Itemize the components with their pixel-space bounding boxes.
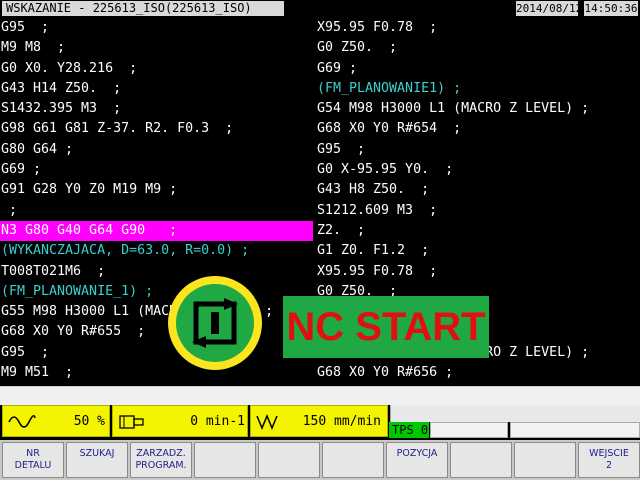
program-line: M9 M8 ; — [1, 40, 66, 56]
feed-status: 150 mm/min — [250, 405, 388, 437]
cycle-start-button[interactable] — [176, 284, 254, 362]
program-line: (WYKANCZAJACA, D=63.0, R=0.0) ; — [1, 243, 250, 259]
program-line: G0 X-95.95 Y0. ; — [0, 383, 313, 384]
program-line: G68 X0 Y0 R#655 ; — [1, 324, 146, 340]
program-line: X95.95 F0.78 ; — [317, 263, 438, 279]
tps-indicator: TPS 0 — [389, 422, 429, 438]
program-line: G0 Z50. ; — [317, 40, 398, 56]
program-line: (FM_PLANOWANIE1) ; — [317, 80, 462, 96]
program-line: G69 ; — [317, 60, 358, 76]
softkey-4[interactable] — [194, 442, 256, 478]
cycle-start-icon — [192, 298, 238, 348]
program-line: G0 X0. Y28.216 ; — [1, 60, 138, 76]
softkey-5[interactable] — [258, 442, 320, 478]
program-line: G95 ; — [1, 344, 50, 360]
spindle-status: 0 min-1 — [112, 405, 248, 437]
screen-title: WSKAZANIE - 225613_ISO(225613_ISO) — [2, 1, 284, 16]
softkey-6[interactable] — [322, 442, 384, 478]
softkey-9[interactable] — [514, 442, 576, 478]
program-line: G95 ; — [316, 383, 640, 384]
spindle-value: 0 min-1 — [190, 414, 245, 429]
program-line: T008T021M6 ; — [1, 263, 106, 279]
program-line: (FM_PLANOWANIE_1) ; — [1, 283, 154, 299]
softkey-3[interactable]: ZARZADZ. PROGRAM. — [130, 442, 192, 478]
program-line: G95 ; — [1, 20, 50, 35]
nc-start-label: NC START — [283, 296, 489, 358]
feed-value: 150 mm/min — [302, 414, 381, 429]
program-line: X95.95 F0.78 ; — [317, 20, 438, 35]
program-line: G91 G28 Y0 Z0 M19 M9 ; — [1, 182, 178, 198]
status-cell — [430, 422, 508, 438]
override-value: 50 % — [73, 414, 105, 429]
softkey-1[interactable]: NR DETALU — [2, 442, 64, 478]
softkey-10[interactable]: WEJSCIE 2 — [578, 442, 640, 478]
horizontal-scrollbar[interactable] — [0, 386, 640, 405]
program-line: G54 M98 H3000 L1 (MACRO Z LEVEL) ; — [317, 101, 590, 117]
program-line: M9 M51 ; — [1, 365, 74, 381]
program-line: G80 G64 ; — [1, 141, 74, 157]
softkey-2[interactable]: SZUKAJ — [66, 442, 128, 478]
spindle-tool-icon — [119, 415, 144, 429]
status-cell — [510, 422, 640, 438]
program-line: G69 ; — [1, 162, 42, 178]
program-line: G68 X0 Y0 R#654 ; — [317, 121, 462, 137]
program-line: G43 H8 Z50. ; — [317, 182, 430, 198]
sine-wave-icon — [8, 415, 36, 428]
program-line: G95 ; — [317, 141, 366, 157]
program-line: S1212.609 M3 ; — [317, 202, 438, 218]
message-area — [390, 405, 640, 422]
date-display: 2014/08/12 — [516, 1, 583, 16]
program-line: G43 H14 Z50. ; — [1, 80, 122, 96]
feed-zigzag-icon — [256, 414, 278, 430]
program-line: G68 X0 Y0 R#656 ; — [317, 365, 454, 381]
softkey-8[interactable] — [450, 442, 512, 478]
current-block-line: N3 G80 G40 G64 G90 ; — [0, 220, 313, 242]
program-line: G1 Z0. F1.2 ; — [317, 243, 430, 259]
title-bar: WSKAZANIE - 225613_ISO(225613_ISO) 2014/… — [0, 0, 640, 17]
program-line: G0 X-95.95 Y0. ; — [317, 162, 454, 178]
program-listing-left[interactable]: G95 ; M9 M8 ; G0 X0. Y28.216 ; G43 H14 Z50.… — [0, 18, 313, 384]
program-line: Z2. ; — [317, 222, 366, 238]
override-status: 50 % — [2, 405, 110, 437]
program-line: S1432.395 M3 ; — [1, 101, 122, 117]
program-line: G98 G61 G81 Z-37. R2. F0.3 ; — [1, 121, 234, 137]
time-display: 14:50:36 — [584, 1, 638, 16]
softkey-7[interactable]: POZYCJA — [386, 442, 448, 478]
program-line: G55 M98 H3000 L1 (MACRO Z LEVEL) ; — [1, 304, 274, 320]
program-line: ; — [1, 202, 18, 218]
